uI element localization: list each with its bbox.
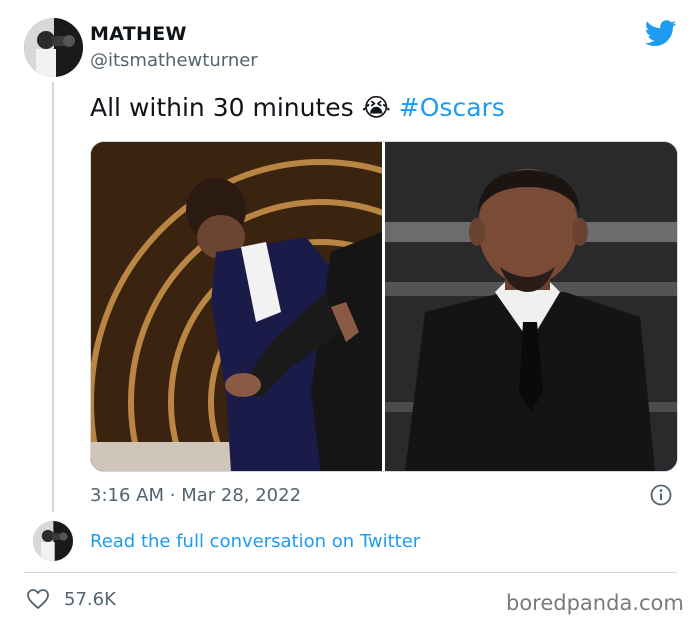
footer-divider	[24, 572, 677, 573]
twitter-bird-icon[interactable]	[644, 20, 677, 47]
thread-line	[52, 82, 54, 512]
reply-avatar-image	[33, 521, 73, 561]
tweet-body: All within 30 minutes	[90, 93, 354, 122]
author-handle[interactable]: @itsmathewturner	[90, 50, 258, 71]
hashtag-link[interactable]: #Oscars	[399, 93, 505, 122]
smiling-man-photo[interactable]	[385, 142, 677, 471]
tweet-timestamp[interactable]: 3:16 AM · Mar 28, 2022	[90, 485, 301, 506]
info-icon[interactable]	[650, 484, 672, 506]
tweet-media[interactable]	[90, 141, 678, 472]
author-name[interactable]: MATHEW	[90, 23, 187, 45]
like-count[interactable]: 57.6K	[64, 589, 116, 610]
read-conversation-link[interactable]: Read the full conversation on Twitter	[90, 531, 420, 552]
meta-separator: ·	[169, 485, 176, 506]
reply-avatar[interactable]	[33, 521, 73, 561]
avatar-image	[24, 18, 83, 77]
slap-photo[interactable]	[91, 142, 382, 471]
heart-icon[interactable]	[26, 588, 50, 610]
tweet-time: 3:16 AM	[90, 485, 164, 506]
tweet-text: All within 30 minutes 😭 #Oscars	[90, 93, 505, 122]
author-avatar[interactable]	[24, 18, 83, 77]
watermark: boredpanda.com	[506, 591, 684, 615]
crying-emoji: 😭	[361, 93, 391, 122]
tweet-date: Mar 28, 2022	[181, 485, 302, 506]
